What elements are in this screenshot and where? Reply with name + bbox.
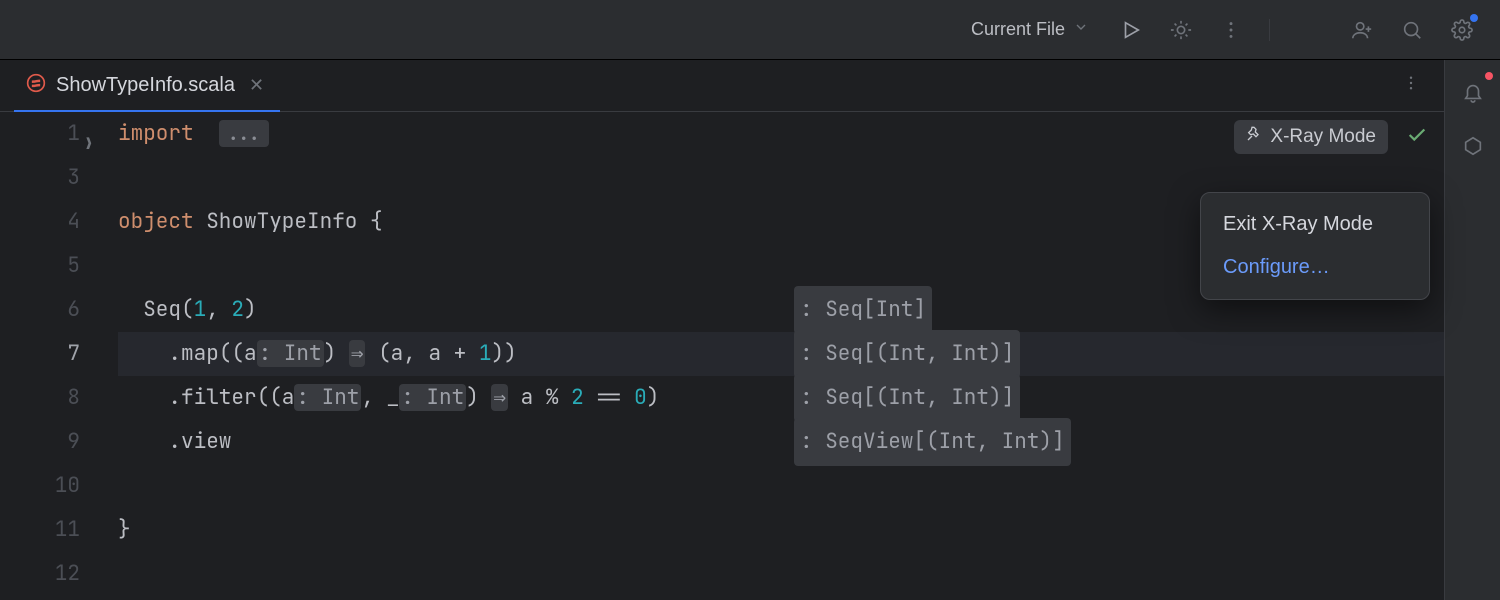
configure-xray-button[interactable]: Configure… xyxy=(1205,246,1425,289)
line-number: 10 xyxy=(0,464,80,508)
tabbar: ShowTypeInfo.scala ✕ xyxy=(0,60,1444,112)
type-hint: : Seq[(Int, Int)] xyxy=(794,374,1020,422)
tool-window-button[interactable] xyxy=(1455,128,1491,164)
type-hint: : Seq[Int] xyxy=(794,286,932,334)
line-number: 9 xyxy=(0,420,80,464)
type-hint: : SeqView[(Int, Int)] xyxy=(794,418,1071,466)
close-icon[interactable]: ✕ xyxy=(245,71,268,100)
tab-more-button[interactable] xyxy=(1392,74,1430,97)
notifications-button[interactable] xyxy=(1455,74,1491,110)
line-number: 4 xyxy=(0,200,80,244)
right-tool-strip xyxy=(1444,60,1500,600)
line-number: 12 xyxy=(0,552,80,596)
editor-status: X-Ray Mode xyxy=(1234,120,1428,154)
exit-xray-button[interactable]: Exit X-Ray Mode xyxy=(1205,203,1425,246)
code-with-me-button[interactable] xyxy=(1344,12,1380,48)
run-button[interactable] xyxy=(1113,12,1149,48)
code-line: .filter((a: Int, _: Int) ⇒ a % 2 == 0) xyxy=(118,376,1444,420)
settings-button[interactable] xyxy=(1444,12,1480,48)
code-line: } xyxy=(118,508,1444,552)
scala-file-icon xyxy=(26,73,46,98)
xray-mode-badge[interactable]: X-Ray Mode xyxy=(1234,120,1388,154)
update-indicator-icon xyxy=(1470,14,1478,22)
line-number: 1 xyxy=(0,112,80,156)
line-number: 6 xyxy=(0,288,80,332)
code-line: .map((a: Int) ⇒ (a, a + 1)) xyxy=(118,332,1444,376)
line-number: 11 xyxy=(0,508,80,552)
notification-dot-icon xyxy=(1485,72,1493,80)
tab-showtypeinfo[interactable]: ShowTypeInfo.scala ✕ xyxy=(14,60,280,112)
line-number: 5 xyxy=(0,244,80,288)
pin-icon xyxy=(1246,126,1262,148)
type-hint: : Seq[(Int, Int)] xyxy=(794,330,1020,378)
code-line: .view xyxy=(118,420,1444,464)
code-line xyxy=(118,464,1444,508)
run-config-selector[interactable]: Current File xyxy=(961,13,1099,46)
search-button[interactable] xyxy=(1394,12,1430,48)
gutter: ❯ 1 3 4 5 6 7 8 9 10 11 12 xyxy=(0,112,118,600)
fold-chevron-icon[interactable]: ❯ xyxy=(84,122,94,166)
folded-region[interactable]: ... xyxy=(219,120,269,147)
inspection-ok-icon[interactable] xyxy=(1406,124,1428,151)
editor-main: ShowTypeInfo.scala ✕ ❯ 1 3 4 5 6 7 8 xyxy=(0,60,1444,600)
more-actions-button[interactable] xyxy=(1213,12,1249,48)
editor[interactable]: ❯ 1 3 4 5 6 7 8 9 10 11 12 import ... xyxy=(0,112,1444,600)
line-number: 8 xyxy=(0,376,80,420)
type-hints: : Seq[Int] : Seq[(Int, Int)] : Seq[(Int,… xyxy=(792,112,1071,464)
chevron-down-icon xyxy=(1073,19,1089,40)
run-config-label: Current File xyxy=(971,19,1065,40)
xray-popup: Exit X-Ray Mode Configure… xyxy=(1200,192,1430,300)
code-area[interactable]: import ... object ShowTypeInfo { Seq(1, … xyxy=(118,112,1444,600)
line-number: 7 xyxy=(0,332,80,376)
workarea: ShowTypeInfo.scala ✕ ❯ 1 3 4 5 6 7 8 xyxy=(0,60,1500,600)
line-number: 3 xyxy=(0,156,80,200)
debug-button[interactable] xyxy=(1163,12,1199,48)
toolbar: Current File xyxy=(0,0,1500,60)
divider xyxy=(1269,19,1270,41)
tab-label: ShowTypeInfo.scala xyxy=(56,74,235,97)
xray-badge-label: X-Ray Mode xyxy=(1270,126,1376,148)
